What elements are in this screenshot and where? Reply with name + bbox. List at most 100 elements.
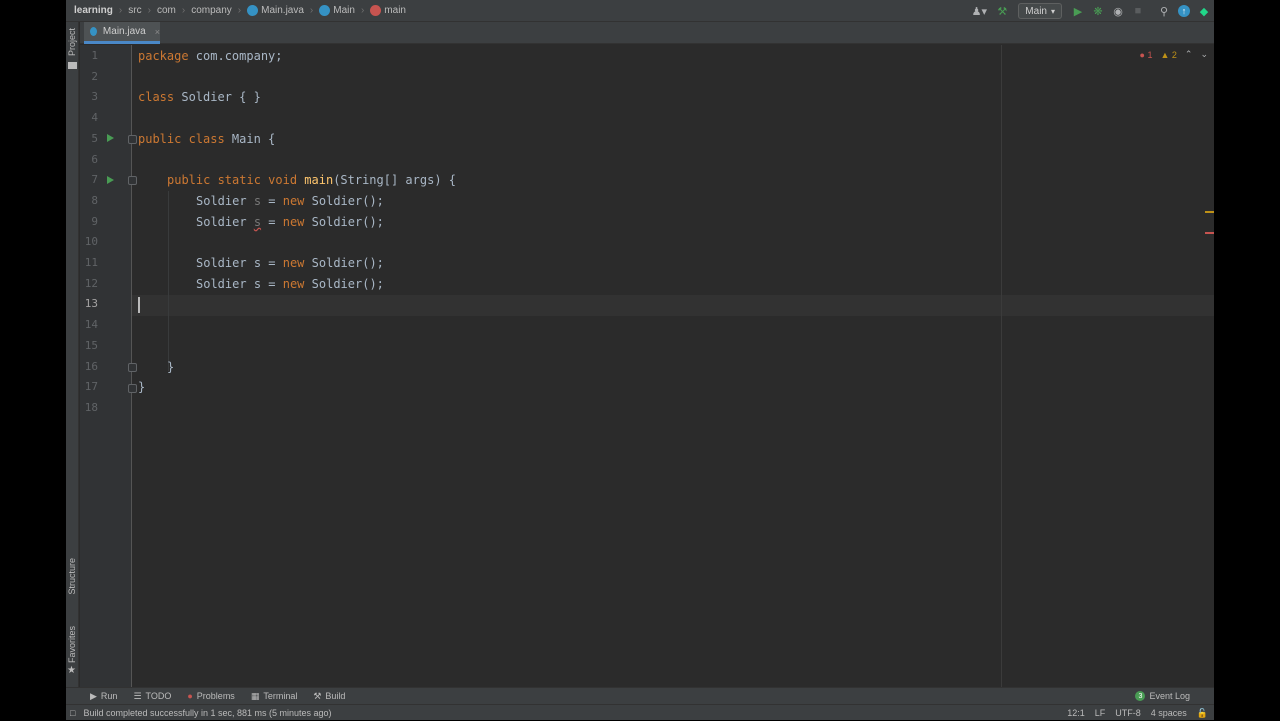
code-line-9: Soldier s = new Soldier(); [196,214,384,229]
run-class-gutter-icon[interactable] [107,134,114,142]
right-margin-guide [1001,45,1002,687]
build-tool-button[interactable]: ⚒ Build [305,688,353,705]
fold-icon[interactable] [128,176,137,185]
line-number: 3 [91,90,98,104]
fold-icon[interactable] [128,384,137,393]
line-number: 2 [91,69,98,83]
code-line-11: Soldier s = new Soldier(); [196,256,384,270]
run-tool-button[interactable]: ▶ Run [82,688,125,705]
tool-window-bar: ▶ Run ☰ TODO ● Problems ▦ Terminal ⚒ Bui… [66,687,1214,704]
chevron-right-icon: › [181,5,186,16]
status-widgets: 12:1 LF UTF-8 4 spaces 🔓 [1067,705,1208,721]
navigation-bar: learning › src › com › company › Main.ja… [66,0,1214,22]
event-count-badge: 3 [1135,691,1146,701]
breadcrumb: learning › src › com › company › Main.ja… [66,0,406,22]
debug-icon[interactable]: ❋ [1088,0,1108,22]
search-icon[interactable]: ⚲ [1154,0,1174,22]
main-toolbar: ♟▾ ⚒ Main ▾ ▶ ❋ ◉ ■ ⚲ ↑ ◆ [966,0,1214,22]
code-line-8: Soldier s = new Soldier(); [196,193,384,208]
chevron-right-icon: › [360,5,365,16]
file-encoding[interactable]: UTF-8 [1115,708,1141,718]
run-method-gutter-icon[interactable] [107,176,114,184]
close-icon[interactable]: × [155,27,160,37]
indent-setting[interactable]: 4 spaces [1151,708,1187,718]
todo-tool-button[interactable]: ☰ TODO [125,688,179,705]
hammer-icon: ⚒ [313,690,322,701]
line-number: 14 [84,318,98,332]
line-number: 8 [91,193,98,207]
chevron-right-icon: › [237,5,242,16]
lock-icon[interactable]: 🔓 [1197,708,1208,719]
breadcrumb-company[interactable]: company [191,5,232,16]
code-line-16: } [167,359,175,374]
update-icon[interactable]: ↑ [1174,0,1194,22]
tab-label: Main.java [102,26,146,37]
tab-main-java[interactable]: Main.java × [84,22,160,44]
structure-tool-button[interactable]: Structure [67,558,77,595]
status-message[interactable]: Build completed successfully in 1 sec, 8… [83,708,331,718]
text-caret [138,297,140,313]
code-line-17: } [138,380,146,395]
fold-icon[interactable] [128,363,137,372]
toggle-tool-windows-icon[interactable]: □ [70,708,75,718]
code-line-1: package com.company; [138,49,283,63]
problems-tool-button[interactable]: ● Problems [179,688,242,705]
code-line-3: class Soldier { } [138,90,261,105]
event-log-label: Event Log [1149,691,1190,701]
star-icon: ★ [67,665,76,676]
breadcrumb-file-label: Main.java [261,5,304,16]
breadcrumb-method-label: main [384,5,406,16]
editor-tabs: Main.java × [80,22,1214,44]
error-count: ● 1 [1139,49,1153,60]
code-line-7: public static void main(String[] args) { [167,173,457,188]
terminal-label: Terminal [263,691,298,701]
line-separator[interactable]: LF [1095,708,1106,718]
method-icon [370,5,382,16]
line-number: 9 [91,214,98,228]
java-class-icon [319,5,331,16]
chevron-right-icon: › [118,5,123,16]
breadcrumb-com[interactable]: com [157,5,176,16]
run-config-label: Main [1025,5,1047,17]
line-number: 16 [84,359,98,373]
run-label: Run [100,691,118,701]
caret-position[interactable]: 12:1 [1067,708,1085,718]
java-class-icon [90,27,97,36]
chevron-down-icon[interactable]: ⌄ [1200,49,1208,60]
breadcrumb-method[interactable]: main [370,5,406,16]
line-number: 18 [84,400,98,414]
breadcrumb-class-label: Main [333,5,355,16]
account-icon[interactable]: ♟▾ [966,0,992,22]
java-class-icon [247,5,259,16]
event-log-button[interactable]: 3 Event Log [1127,688,1198,705]
inspection-widget[interactable]: ● 1 ▲ 2 ⌃ ⌄ [1140,49,1208,60]
stop-icon[interactable]: ■ [1128,0,1148,22]
project-tool-button[interactable]: Project [67,28,77,56]
code-with-me-icon[interactable]: ◆ [1194,0,1214,22]
coverage-icon[interactable]: ◉ [1108,0,1128,22]
favorites-tool-button[interactable]: Favorites [67,626,77,663]
breadcrumb-src[interactable]: src [128,5,141,16]
run-icon[interactable]: ▶ [1068,0,1088,22]
build-hammer-icon[interactable]: ⚒ [992,0,1012,22]
editor-gutter: 1 2 3 4 5 6 7 8 9 10 11 12 13 14 15 16 1… [80,45,137,687]
list-icon: ☰ [133,690,142,701]
run-configuration-select[interactable]: Main ▾ [1018,3,1062,19]
chevron-up-icon[interactable]: ⌃ [1185,49,1193,60]
line-number: 7 [91,173,98,187]
line-number: 12 [84,276,98,290]
fold-icon[interactable] [128,135,137,144]
problems-label: Problems [196,691,235,701]
breadcrumb-class[interactable]: Main [319,5,355,16]
line-number: 6 [91,152,98,166]
code-editor[interactable]: 1 2 3 4 5 6 7 8 9 10 11 12 13 14 15 16 1… [80,45,1214,687]
line-number-current: 13 [84,297,98,311]
breadcrumb-file[interactable]: Main.java [247,5,304,16]
terminal-tool-button[interactable]: ▦ Terminal [243,688,306,705]
error-icon: ● [187,691,193,701]
warning-stripe-marker[interactable] [1205,211,1214,213]
breadcrumb-project[interactable]: learning [74,5,113,16]
error-stripe-marker[interactable] [1205,232,1214,234]
line-number: 17 [84,380,98,394]
line-number: 1 [91,49,98,62]
